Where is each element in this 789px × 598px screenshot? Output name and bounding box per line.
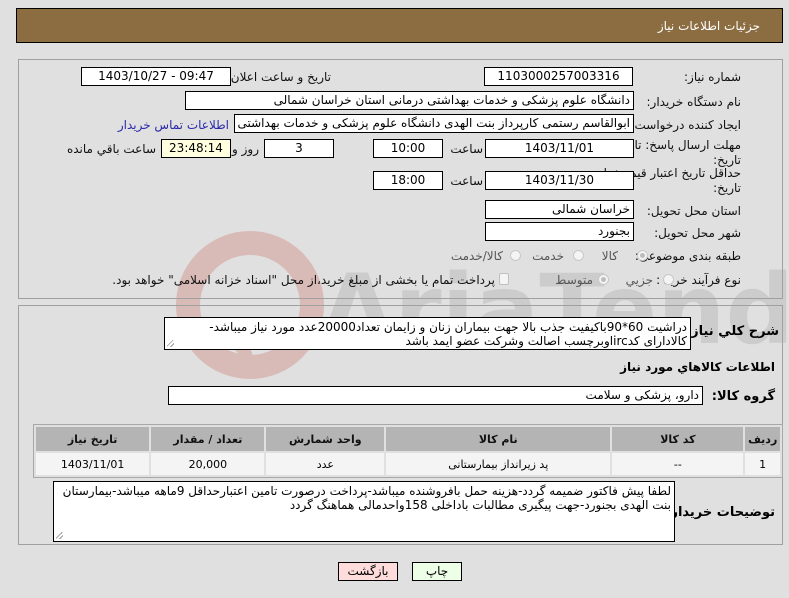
items-table-container: ردیف کد کالا نام کالا واحد شمارش تعداد /… <box>33 424 783 478</box>
category-option-goods: کالا <box>601 249 618 263</box>
col-quantity: تعداد / مقدار <box>151 427 265 451</box>
col-name: نام کالا <box>386 427 611 451</box>
need-number-field: 1103000257003316 <box>484 67 633 86</box>
need-number-label: شماره نیاز: <box>684 70 741 84</box>
response-time-label: ساعت <box>450 142 483 156</box>
purchase-type-option-medium: متوسط <box>555 273 593 287</box>
response-deadline-time: 10:00 <box>373 139 443 158</box>
page-title: جزئیات اطلاعات نیاز <box>657 19 760 33</box>
items-table: ردیف کد کالا نام کالا واحد شمارش تعداد /… <box>34 425 782 477</box>
goods-section-title: اطلاعات کالاهاي مورد نیاز <box>620 360 775 374</box>
days-label: روز و <box>232 142 259 156</box>
announce-datetime-field: 1403/10/27 - 09:47 <box>81 67 231 86</box>
requester-field: ابوالقاسم رستمی کارپرداز بنت الهدی دانشگ… <box>234 114 634 133</box>
treasury-note: پرداخت تمام یا بخشی از مبلغ خرید،از محل … <box>112 273 495 287</box>
cell-row: 1 <box>745 453 780 475</box>
requester-label: ایجاد کننده درخواست: <box>630 118 741 132</box>
print-button[interactable]: چاپ <box>412 562 462 581</box>
col-code: کد کالا <box>612 427 744 451</box>
cell-code: -- <box>612 453 744 475</box>
description-label: شرح کلي نیاز: <box>685 324 779 339</box>
back-button[interactable]: بازگشت <box>338 562 398 581</box>
col-need-date: تاریخ نیاز <box>36 427 150 451</box>
buyer-contact-link[interactable]: اطلاعات تماس خریدار <box>118 118 229 132</box>
category-option-goods-service: کالا/خدمت <box>450 249 503 263</box>
price-validity-time: 18:00 <box>373 171 443 190</box>
treasury-checkbox[interactable] <box>499 273 509 285</box>
delivery-city-label: شهر محل تحویل: <box>654 226 741 240</box>
resize-grip-icon[interactable] <box>167 340 174 347</box>
description-field: دراشیت 60*90باکیفیت جذب بالا جهت بیماران… <box>164 317 691 350</box>
table-row: 1 -- پد زیرانداز بیمارستانی عدد 20,000 1… <box>36 453 780 475</box>
cell-quantity: 20,000 <box>151 453 265 475</box>
delivery-province-field: خراسان شمالی <box>485 200 634 219</box>
buyer-notes-label: توضیحات خریدار: <box>665 505 775 520</box>
category-radio-goods-service[interactable] <box>510 250 521 261</box>
purchase-type-option-minor: جزیي <box>625 273 653 287</box>
cell-unit: عدد <box>266 453 385 475</box>
goods-group-field: دارو، پزشکی و سلامت <box>168 386 703 405</box>
delivery-city-field: بجنورد <box>485 222 634 241</box>
response-deadline-label: مهلت ارسال پاسخ: تا تاریخ: <box>634 138 741 167</box>
resize-grip-icon[interactable] <box>56 532 63 539</box>
cell-need-date: 1403/11/01 <box>36 453 150 475</box>
buyer-org-label: نام دستگاه خریدار: <box>646 95 742 109</box>
cell-name: پد زیرانداز بیمارستانی <box>386 453 611 475</box>
remaining-days-field: 3 <box>264 139 334 158</box>
buyer-notes-text: لطفا پیش فاکتور ضمیمه گردد-هزینه حمل باف… <box>62 484 671 512</box>
items-table-header: ردیف کد کالا نام کالا واحد شمارش تعداد /… <box>36 427 780 451</box>
page-header: جزئیات اطلاعات نیاز <box>16 8 783 43</box>
response-deadline-date: 1403/11/01 <box>485 139 634 158</box>
category-radio-service[interactable] <box>573 250 584 261</box>
category-option-service: خدمت <box>532 249 564 263</box>
buyer-org-field: دانشگاه علوم پزشکی و خدمات بهداشتی درمان… <box>185 91 634 110</box>
goods-group-label: گروه کالا: <box>711 389 775 404</box>
col-unit: واحد شمارش <box>266 427 385 451</box>
delivery-province-label: استان محل تحویل: <box>646 204 741 218</box>
description-text: دراشیت 60*90باکیفیت جذب بالا جهت بیماران… <box>209 320 687 348</box>
price-validity-date: 1403/11/30 <box>485 171 634 190</box>
price-time-label: ساعت <box>450 174 483 188</box>
category-label: طبقه بندی موضوعی: <box>634 249 741 263</box>
purchase-type-radio-medium[interactable] <box>598 274 609 285</box>
purchase-type-radio-minor[interactable] <box>663 274 674 285</box>
category-radio-goods[interactable] <box>637 250 648 261</box>
remaining-time-field: 23:48:14 <box>161 139 231 158</box>
col-row: ردیف <box>745 427 780 451</box>
buyer-notes-field: لطفا پیش فاکتور ضمیمه گردد-هزینه حمل باف… <box>53 481 675 542</box>
remaining-label: ساعت باقي مانده <box>66 142 156 156</box>
